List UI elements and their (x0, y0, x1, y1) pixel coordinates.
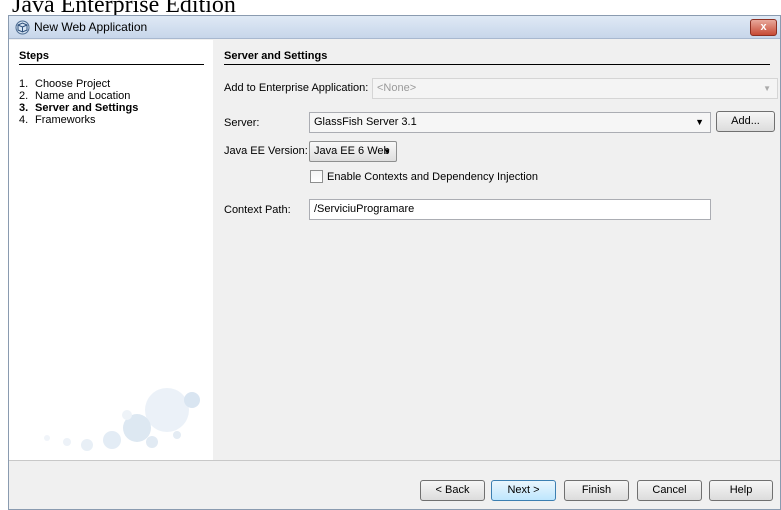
chevron-down-icon: ▼ (383, 147, 391, 156)
step-label: Name and Location (35, 90, 131, 102)
add-server-button[interactable]: Add... (716, 111, 775, 132)
step-number: 2. (19, 90, 29, 102)
context-path-label: Context Path: (224, 204, 291, 216)
server-label: Server: (224, 117, 260, 129)
back-button[interactable]: < Back (420, 480, 485, 501)
step-label: Frameworks (35, 114, 96, 126)
settings-panel: Server and Settings Add to Enterprise Ap… (214, 40, 780, 460)
server-value: GlassFish Server 3.1 (314, 116, 417, 128)
step-number: 4. (19, 114, 29, 126)
title-bar[interactable]: New Web Application x (9, 16, 780, 39)
steps-list: 1. Choose Project 2. Name and Location 3… (19, 78, 138, 126)
close-button[interactable]: x (750, 19, 777, 36)
close-icon: x (760, 21, 767, 33)
steps-title: Steps (19, 50, 204, 65)
context-path-value: /ServiciuProgramare (314, 203, 415, 215)
next-button[interactable]: Next > (491, 480, 556, 501)
step-frameworks: 4. Frameworks (19, 114, 138, 126)
enterprise-app-value: <None> (377, 82, 417, 94)
help-button[interactable]: Help (709, 480, 773, 501)
java-ee-version-label: Java EE Version: (224, 145, 308, 157)
step-label: Server and Settings (35, 102, 139, 114)
step-name-and-location: 2. Name and Location (19, 90, 138, 102)
decorative-globe-graphic (44, 388, 200, 451)
button-bar: < Back Next > Finish Cancel Help (9, 461, 780, 509)
netbeans-icon (15, 20, 30, 35)
java-ee-version-select[interactable]: Java EE 6 Web ▼ (309, 141, 397, 162)
cdi-label: Enable Contexts and Dependency Injection (327, 171, 538, 183)
enterprise-app-label: Add to Enterprise Application: (224, 82, 369, 94)
step-choose-project: 1. Choose Project (19, 78, 138, 90)
chevron-down-icon: ▼ (695, 117, 704, 127)
java-ee-version-value: Java EE 6 Web (314, 145, 390, 157)
step-number: 3. (19, 102, 29, 114)
new-web-application-dialog: New Web Application x Steps 1. Choose Pr… (8, 15, 781, 510)
window-title: New Web Application (34, 20, 148, 34)
section-title: Server and Settings (224, 50, 770, 65)
step-label: Choose Project (35, 78, 111, 90)
step-server-and-settings: 3. Server and Settings (19, 102, 138, 114)
cancel-button[interactable]: Cancel (637, 480, 702, 501)
chevron-down-icon: ▼ (763, 84, 771, 93)
finish-button[interactable]: Finish (564, 480, 629, 501)
step-number: 1. (19, 78, 29, 90)
enterprise-app-select: <None> ▼ (372, 78, 778, 99)
context-path-input[interactable]: /ServiciuProgramare (309, 199, 711, 220)
steps-panel: Steps 1. Choose Project 2. Name and Loca… (9, 40, 213, 460)
server-select[interactable]: GlassFish Server 3.1 ▼ (309, 112, 711, 133)
cdi-checkbox[interactable] (310, 170, 323, 183)
